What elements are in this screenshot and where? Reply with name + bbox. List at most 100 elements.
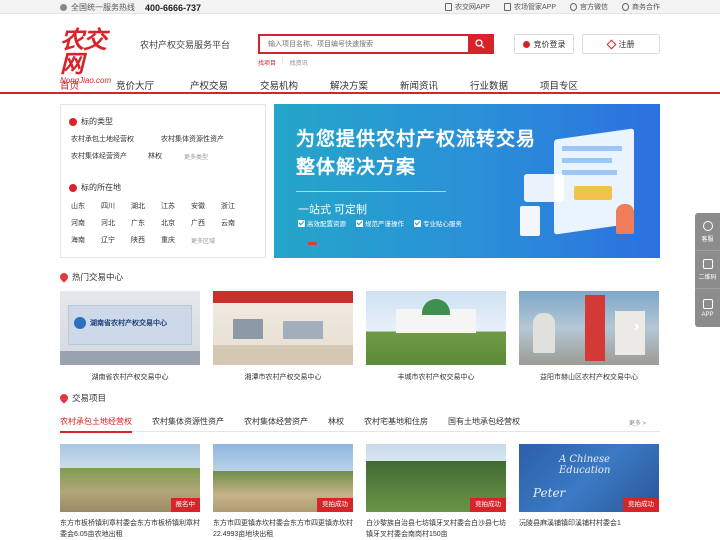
tab-forest-rights[interactable]: 林权 xyxy=(328,416,344,427)
check-icon xyxy=(298,219,305,227)
nav-bidding-hall[interactable]: 竞价大厅 xyxy=(116,78,190,92)
center-card[interactable]: 丰城市农村产权交易中心 xyxy=(366,291,506,382)
side-toolbar: 客服 二维码 APP xyxy=(695,213,720,327)
project-card[interactable]: 报名中 东方市板桥镇利章村委会东方市板桥镇利章村委会6.05亩农地出租 xyxy=(60,444,200,540)
more-regions-link[interactable]: 更多区域 xyxy=(191,236,215,245)
project-desc: 白沙黎族自治县七坊镇牙叉村委会白沙县七坊镇牙叉村委会南岗村150亩 xyxy=(366,520,506,538)
carousel-next-icon[interactable]: › xyxy=(634,318,648,338)
project-card[interactable]: 竞拍成功 东方市四更镇赤坎村委会东方市四更镇赤坎村22.4993亩地块出租 xyxy=(213,444,353,540)
project-desc: 东方市板桥镇利章村委会东方市板桥镇利章村委会6.05亩农地出租 xyxy=(60,520,200,538)
filter-region[interactable]: 湖北 xyxy=(131,201,145,211)
filter-region[interactable]: 河南 xyxy=(71,218,85,228)
nav-solutions[interactable]: 解决方案 xyxy=(330,78,400,92)
filter-region[interactable]: 河北 xyxy=(101,218,115,228)
side-app[interactable]: APP xyxy=(695,289,720,327)
filter-region[interactable]: 安徽 xyxy=(191,201,205,211)
photo-script-lettering: Peter xyxy=(533,486,566,500)
side-customer-service[interactable]: 客服 xyxy=(695,213,720,251)
nav-news[interactable]: 新闻资讯 xyxy=(400,78,470,92)
nav-property-trade[interactable]: 产权交易 xyxy=(190,78,260,92)
side-qrcode[interactable]: 二维码 xyxy=(695,251,720,289)
mobile-icon xyxy=(444,3,452,11)
banner-features: 高效配置资源 规范严谨操作 专业贴心服务 xyxy=(298,218,462,228)
top-link-app[interactable]: 农交网APP xyxy=(444,2,490,12)
banner-feature: 高效配置资源 xyxy=(298,218,346,228)
filter-region[interactable]: 四川 xyxy=(101,201,115,211)
tab-land-contract[interactable]: 农村承包土地经营权 xyxy=(60,416,132,433)
status-badge: 竞拍成功 xyxy=(470,498,506,512)
filter-region[interactable]: 山东 xyxy=(71,201,85,211)
search-button[interactable] xyxy=(468,36,492,52)
project-desc: 沅陵县麻溪铺镇印溪铺村村委会1 xyxy=(519,520,621,527)
filter-region[interactable]: 江苏 xyxy=(161,201,175,211)
logo-text: 农交网 xyxy=(60,25,107,78)
top-bar: 全国统一服务热线 400-6666-737 农交网APP 农场管家APP 官方微… xyxy=(0,0,720,14)
nav-home[interactable]: 首页 xyxy=(60,78,116,92)
status-badge: 报名中 xyxy=(170,498,200,512)
project-card[interactable]: 竞拍成功 白沙黎族自治县七坊镇牙叉村委会白沙县七坊镇牙叉村委会南岗村150亩 xyxy=(366,444,506,540)
project-card[interactable]: A Chinese Education Peter 竞拍成功 沅陵县麻溪铺镇印溪… xyxy=(519,444,659,540)
top-link-business[interactable]: 商务合作 xyxy=(622,2,660,12)
status-badge: 竞拍成功 xyxy=(623,498,659,512)
search-input[interactable] xyxy=(260,36,464,52)
register-button[interactable]: 注册 xyxy=(582,34,660,54)
tab-collective-resources[interactable]: 农村集体资源性资产 xyxy=(152,416,224,427)
wechat-icon xyxy=(570,3,577,11)
center-card[interactable]: 湘潭市农村产权交易中心 xyxy=(213,291,353,382)
carousel-dot[interactable] xyxy=(308,242,317,245)
filter-region[interactable]: 北京 xyxy=(161,218,175,228)
project-tabs: 农村承包土地经营权 农村集体资源性资产 农村集体经营资产 林权 农村宅基地和住房… xyxy=(60,412,660,433)
banner-feature: 专业贴心服务 xyxy=(414,218,462,228)
logo[interactable]: 农交网 NongJiao.com xyxy=(60,28,126,86)
filter-region[interactable]: 浙江 xyxy=(221,201,235,211)
mobile-icon xyxy=(503,3,511,11)
hero-banner[interactable]: 为您提供农村产权流转交易 整体解决方案 一站式 可定制 高效配置资源 规范严谨操… xyxy=(274,104,660,258)
filter-region[interactable]: 云南 xyxy=(221,218,235,228)
hot-links: 找项目 | 找资讯 xyxy=(258,58,308,67)
tab-collective-operating[interactable]: 农村集体经营资产 xyxy=(244,416,308,427)
banner-subheadline: 整体解决方案 xyxy=(296,157,417,178)
carousel-dots[interactable] xyxy=(308,242,317,245)
nav-institutions[interactable]: 交易机构 xyxy=(260,78,330,92)
headset-icon xyxy=(702,220,713,231)
tab-state-land[interactable]: 国有土地承包经营权 xyxy=(448,416,520,427)
filter-region[interactable]: 海南 xyxy=(71,235,85,245)
top-link-farm-app[interactable]: 农场管家APP xyxy=(503,2,556,12)
search-box xyxy=(258,34,494,54)
hot-link-news[interactable]: 找资讯 xyxy=(290,58,308,67)
hotline-label: 全国统一服务热线 xyxy=(71,3,135,12)
project-photo: 报名中 xyxy=(60,444,200,512)
hot-link-projects[interactable]: 找项目 xyxy=(258,58,276,67)
tab-homestead[interactable]: 农村宅基地和住房 xyxy=(364,416,428,427)
nav-industry-data[interactable]: 行业数据 xyxy=(470,78,540,92)
type-filter-title: 标的类型 xyxy=(69,116,113,127)
filter-type[interactable]: 农村承包土地经营权 xyxy=(71,134,134,144)
region-filter-title: 标的所在地 xyxy=(69,182,121,193)
filter-region[interactable]: 广东 xyxy=(131,218,145,228)
app-grid-icon xyxy=(702,298,713,309)
filter-type[interactable]: 农村集体经营资产 xyxy=(71,151,127,161)
center-name: 丰城市农村产权交易中心 xyxy=(397,374,475,381)
login-button[interactable]: 竞价登录 xyxy=(514,34,574,54)
hotline: 全国统一服务热线 400-6666-737 xyxy=(60,2,201,13)
nav-project-zone[interactable]: 项目专区 xyxy=(540,78,610,92)
filter-region[interactable]: 广西 xyxy=(191,218,205,228)
filter-region[interactable]: 陕西 xyxy=(131,235,145,245)
filter-type[interactable]: 林权 xyxy=(148,151,162,161)
more-types-link[interactable]: 更多类型 xyxy=(184,152,208,161)
center-name: 益阳市赫山区农村产权交易中心 xyxy=(540,374,638,381)
hot-centers-title: 热门交易中心 xyxy=(58,271,123,283)
slogan: 农村产权交易服务平台 xyxy=(140,40,231,50)
filter-region[interactable]: 重庆 xyxy=(161,235,175,245)
filter-type[interactable]: 农村集体资源性资产 xyxy=(161,134,224,144)
main-nav: 首页 竞价大厅 产权交易 交易机构 解决方案 新闻资讯 行业数据 项目专区 xyxy=(0,74,720,94)
projects-title: 交易项目 xyxy=(58,392,106,404)
user-icon xyxy=(522,40,530,48)
fire-icon xyxy=(58,271,70,283)
more-projects-link[interactable]: 更多 > xyxy=(629,418,646,427)
center-card[interactable]: 湖南省农村产权交易中心 湖南省农村产权交易中心 xyxy=(60,291,200,382)
target-icon xyxy=(69,117,77,126)
top-link-wechat[interactable]: 官方微信 xyxy=(570,2,608,12)
filter-region[interactable]: 辽宁 xyxy=(101,235,115,245)
fire-icon xyxy=(58,392,70,404)
